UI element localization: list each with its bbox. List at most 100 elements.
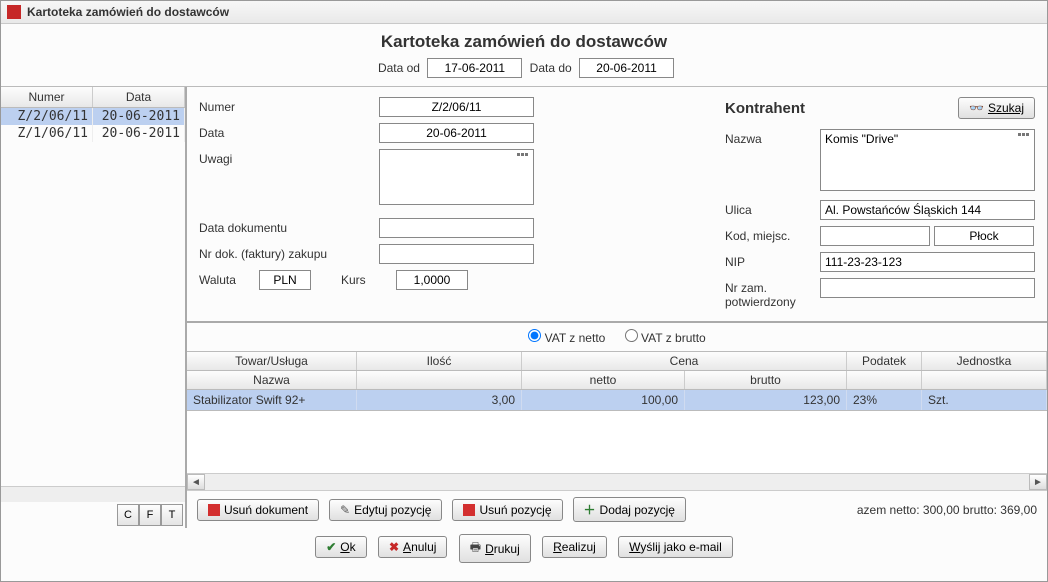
vat-netto-radio[interactable] <box>528 329 541 342</box>
data-label: Data <box>199 123 379 140</box>
col-jedn[interactable]: Jednostka <box>922 352 1047 370</box>
item-nazwa: Stabilizator Swift 92+ <box>187 390 357 410</box>
miejsc-field[interactable] <box>934 226 1034 246</box>
uwagi-field[interactable] <box>379 149 534 205</box>
nip-field[interactable] <box>820 252 1035 272</box>
waluta-label: Waluta <box>199 270 259 287</box>
items-empty-area <box>187 411 1047 473</box>
ok-button[interactable]: ✔ OOkk <box>315 536 366 558</box>
data-dok-field[interactable] <box>379 218 534 238</box>
titlebar: Kartoteka zamówień do dostawców <box>1 1 1047 24</box>
items-h-scrollbar[interactable]: ◄ ► <box>187 473 1047 491</box>
col-netto[interactable]: netto <box>522 371 685 389</box>
numer-label: Numer <box>199 97 379 114</box>
item-row[interactable]: Stabilizator Swift 92+ 3,00 100,00 123,0… <box>187 390 1047 410</box>
binoculars-icon: 👓 <box>969 101 984 115</box>
kontrahent-title: Kontrahent <box>725 100 805 117</box>
col-cena[interactable]: Cena <box>522 352 847 370</box>
vat-brutto-radio[interactable] <box>625 329 638 342</box>
item-podatek: 23% <box>847 390 922 410</box>
date-from-input[interactable] <box>427 58 522 78</box>
orders-list-row[interactable]: Z/1/06/11 20-06-2011 <box>1 125 185 142</box>
orders-list-header: Numer Data <box>1 87 185 108</box>
date-from-label: Data od <box>378 61 420 75</box>
date-filter-row: Data od Data do <box>1 56 1047 86</box>
orders-list-body[interactable]: Z/2/06/11 20-06-2011 Z/1/06/11 20-06-201… <box>1 108 185 486</box>
col-podatek[interactable]: Podatek <box>847 352 922 370</box>
usun-dokument-button[interactable]: Usuń dokument <box>197 499 319 521</box>
waluta-field[interactable] <box>259 270 311 290</box>
date-to-input[interactable] <box>579 58 674 78</box>
btn-f[interactable]: F <box>139 504 161 526</box>
form-left: Numer Data Uwagi <box>199 97 709 315</box>
cross-icon: ✖ <box>389 540 399 554</box>
col-brutto[interactable]: brutto <box>685 371 847 389</box>
vat-brutto-option[interactable]: VAT z brutto <box>625 331 706 345</box>
nr-dok-label: Nr dok. (faktury) zakupu <box>199 244 379 261</box>
date-to-label: Data do <box>530 61 572 75</box>
minus-icon <box>208 504 220 516</box>
kod-field[interactable] <box>820 226 930 246</box>
row-data: 20-06-2011 <box>93 125 185 142</box>
vat-netto-option[interactable]: VAT z netto <box>528 331 605 345</box>
scroll-right-icon[interactable]: ► <box>1029 474 1047 490</box>
col-data[interactable]: Data <box>93 87 185 107</box>
detail-pane: Numer Data Uwagi <box>187 87 1047 528</box>
szukaj-label: Szukaj <box>988 101 1024 115</box>
plus-icon: ＋ <box>584 501 596 518</box>
row-numer: Z/1/06/11 <box>1 125 93 142</box>
dodaj-pozycje-button[interactable]: ＋ Dodaj pozycję <box>573 497 686 522</box>
nazwa-label: Nazwa <box>725 129 820 146</box>
edytuj-pozycje-button[interactable]: ✎ Edytuj pozycję <box>329 499 442 521</box>
wyslij-email-button[interactable]: Wyślij jako e-mail <box>618 536 733 558</box>
row-numer: Z/2/06/11 <box>1 108 93 125</box>
resize-handle-icon <box>517 153 528 156</box>
usun-pozycje-button[interactable]: Usuń pozycję <box>452 499 562 521</box>
window-title: Kartoteka zamówień do dostawców <box>27 5 229 19</box>
nrzam-field[interactable] <box>820 278 1035 298</box>
scroll-left-icon[interactable]: ◄ <box>187 474 205 490</box>
btn-c[interactable]: C <box>117 504 139 526</box>
check-icon: ✔ <box>326 540 336 554</box>
orders-list-row[interactable]: Z/2/06/11 20-06-2011 <box>1 108 185 125</box>
action-row: Usuń dokument ✎ Edytuj pozycję Usuń pozy… <box>187 491 1047 528</box>
data-field[interactable] <box>379 123 534 143</box>
item-netto: 100,00 <box>522 390 685 410</box>
form-area: Numer Data Uwagi <box>187 87 1047 323</box>
anuluj-button[interactable]: ✖ Anuluj <box>378 536 447 558</box>
nip-label: NIP <box>725 252 820 269</box>
left-tool-buttons: C F T <box>1 502 185 528</box>
minus-icon <box>463 504 475 516</box>
numer-field[interactable] <box>379 97 534 117</box>
item-brutto: 123,00 <box>685 390 847 410</box>
kurs-field[interactable] <box>396 270 468 290</box>
realizuj-button[interactable]: Realizuj <box>542 536 607 558</box>
main-window: Kartoteka zamówień do dostawców Kartotek… <box>0 0 1048 582</box>
col-towar[interactable]: Towar/Usługa <box>187 352 357 370</box>
kontrahent-section: Kontrahent 👓 Szukaj Nazwa <box>725 97 1035 315</box>
orders-scrollbar[interactable] <box>1 486 185 502</box>
nrzam-label: Nr zam. potwierdzony <box>725 278 820 309</box>
tools-icon: ✎ <box>340 503 350 517</box>
page-header: Kartoteka zamówień do dostawców <box>1 24 1047 56</box>
btn-t[interactable]: T <box>161 504 183 526</box>
vat-mode-row: VAT z netto VAT z brutto <box>187 323 1047 351</box>
col-ilosc[interactable]: Ilość <box>357 352 522 370</box>
kurs-label: Kurs <box>341 270 396 287</box>
col-nazwa[interactable]: Nazwa <box>187 371 357 389</box>
col-numer[interactable]: Numer <box>1 87 93 107</box>
kod-label: Kod, miejsc. <box>725 226 820 243</box>
uwagi-label: Uwagi <box>199 149 379 166</box>
orders-list-pane: Numer Data Z/2/06/11 20-06-2011 Z/1/06/1… <box>1 87 187 528</box>
page-title: Kartoteka zamówień do dostawców <box>1 32 1047 52</box>
nazwa-field[interactable] <box>820 129 1035 191</box>
nr-dok-field[interactable] <box>379 244 534 264</box>
items-grid: Towar/Usługa Ilość Cena Podatek Jednostk… <box>187 351 1047 411</box>
item-jedn: Szt. <box>922 390 1047 410</box>
bottom-button-row: ✔ OOkk ✖ Anuluj 🖶 Drukuj Realizuj Wyślij… <box>1 528 1047 569</box>
app-icon <box>7 5 21 19</box>
data-dok-label: Data dokumentu <box>199 218 379 235</box>
ulica-field[interactable] <box>820 200 1035 220</box>
drukuj-button[interactable]: 🖶 Drukuj <box>459 534 531 563</box>
szukaj-button[interactable]: 👓 Szukaj <box>958 97 1035 119</box>
